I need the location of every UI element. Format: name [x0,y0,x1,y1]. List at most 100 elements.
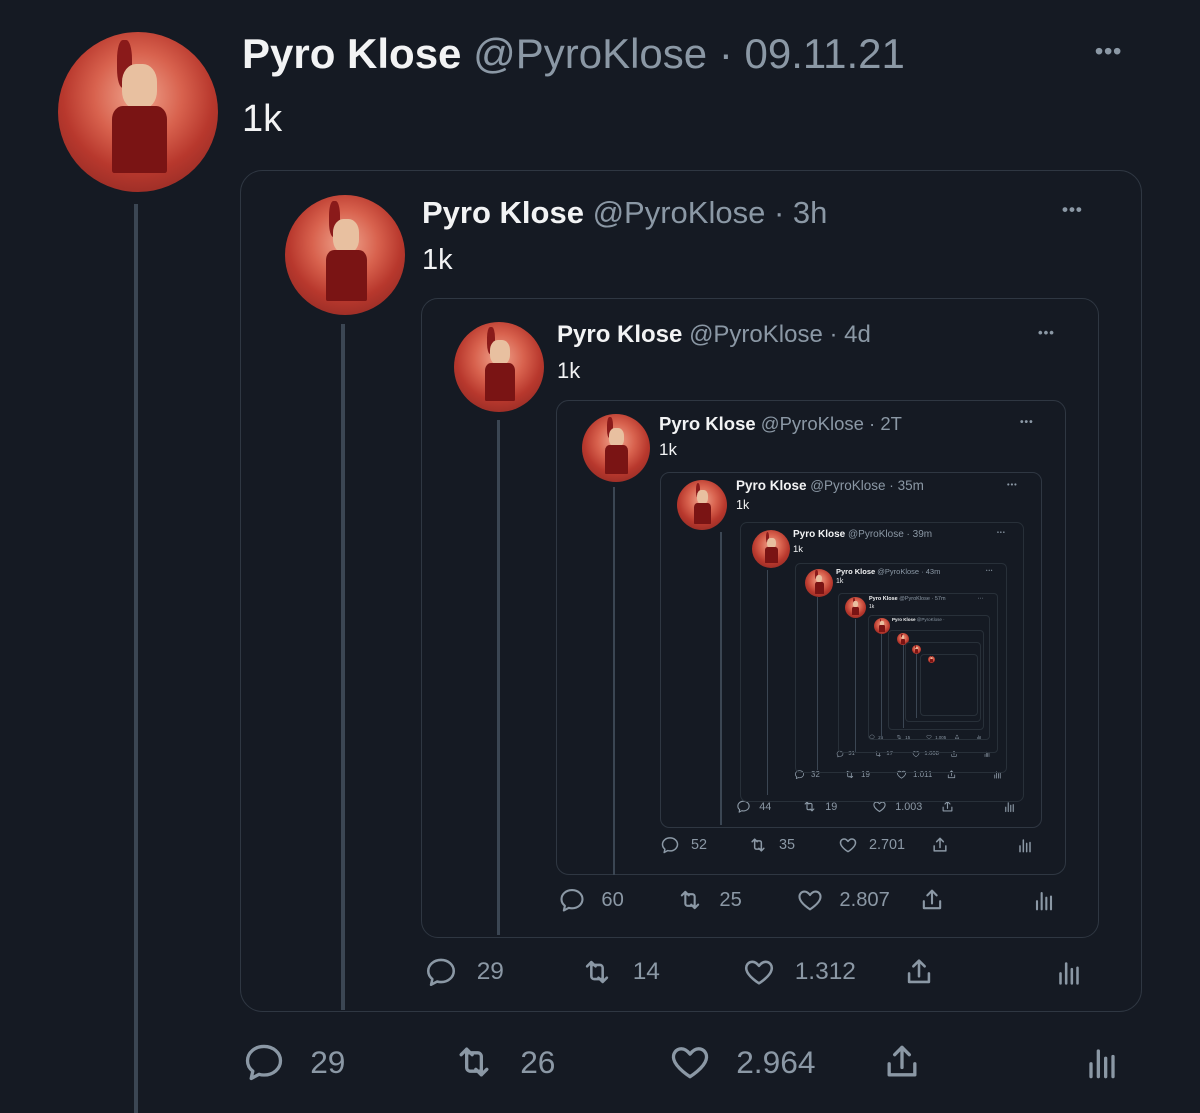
share-button[interactable] [880,1040,924,1084]
avatar[interactable] [928,656,935,663]
timestamp[interactable]: 4d [844,321,871,348]
share-button[interactable] [902,955,936,989]
replies-count: 29 [310,1043,346,1080]
more-icon[interactable]: ••• [978,596,984,600]
tweet-text: 1k [736,498,750,512]
author-name[interactable]: Pyro Klose [892,617,916,622]
share-button[interactable] [918,886,946,914]
heart-icon [838,835,858,855]
analytics-icon [1015,835,1035,855]
author-handle[interactable]: @PyroKlose [899,596,930,602]
more-icon[interactable]: ••• [1062,200,1083,220]
timestamp[interactable]: 39m [913,529,932,540]
retweet-button[interactable]: 26 [452,1040,555,1084]
author-handle[interactable]: @PyroKlose [593,195,766,230]
tweet-text: 1k [557,358,581,383]
retweet-icon [748,835,768,855]
timestamp[interactable]: 2T [880,413,902,434]
author-handle[interactable]: @PyroKlose [761,413,864,434]
separator: · [943,617,945,622]
avatar[interactable] [752,530,790,568]
tweet-text: 1k [242,98,283,140]
author-handle[interactable]: @PyroKlose [473,30,707,77]
share-icon [918,886,946,914]
timestamp[interactable]: 09.11.21 [745,30,905,77]
like-button[interactable]: 2.701 [838,835,905,855]
reply-button[interactable]: 29 [424,955,504,989]
separator: · [869,413,876,434]
author-name[interactable]: Pyro Klose [659,413,756,434]
author-handle[interactable]: @PyroKlose [848,529,904,540]
reply-button[interactable]: 29 [242,1040,345,1084]
thread-line [881,634,882,738]
share-icon [880,1040,924,1084]
analytics-icon [1030,886,1058,914]
like-button[interactable]: 2.807 [796,886,890,914]
thread-line [497,420,500,935]
thread-line [855,619,856,752]
author-name[interactable]: Pyro Klose [836,567,875,576]
more-icon[interactable]: ••• [986,568,993,573]
tweet-header: Pyro Klose @PyroKlose · 39m [793,529,932,540]
retweet-button[interactable]: 14 [580,955,660,989]
tweet-header: Pyro Klose @PyroKlose · 3h [422,195,827,231]
like-button[interactable]: 2.964 [668,1040,815,1084]
separator: · [829,321,838,348]
tweet-text: 1k [793,544,804,555]
avatar[interactable] [582,414,650,482]
more-icon[interactable]: ••• [1038,325,1055,340]
author-handle[interactable]: @PyroKlose [877,567,919,576]
tweet-header: Pyro Klose @PyroKlose · 09.11.21 [242,30,905,78]
tweet-header: Pyro Klose @PyroKlose · 4d [557,321,871,349]
more-icon[interactable]: ••• [1020,417,1034,428]
more-icon[interactable]: ••• [1007,480,1018,489]
reply-button[interactable]: 60 [558,886,624,914]
heart-icon [742,955,776,989]
more-icon[interactable]: ••• [997,530,1006,536]
share-button[interactable] [930,835,950,855]
author-name[interactable]: Pyro Klose [793,529,845,540]
timestamp[interactable]: 57m [935,596,946,602]
analytics-button[interactable] [1080,1040,1124,1084]
avatar[interactable] [285,195,405,315]
author-name[interactable]: Pyro Klose [422,195,584,230]
like-button[interactable]: 1.312 [742,955,856,989]
retweets-count: 19 [825,800,838,813]
retweet-button[interactable]: 25 [676,886,742,914]
reply-button[interactable]: 52 [660,835,707,855]
author-name[interactable]: Pyro Klose [736,478,807,493]
comment-icon [660,835,680,855]
avatar[interactable] [845,597,866,618]
avatar[interactable] [454,322,544,412]
tweet-text: 1k [659,440,677,459]
replies-count: 29 [476,958,504,985]
timestamp[interactable]: 3h [793,195,827,230]
avatar[interactable] [58,32,218,192]
author-handle[interactable]: @PyroKlose [917,617,942,622]
tweet-text: 1k [869,604,875,610]
avatar[interactable] [912,645,921,654]
thread-line [903,645,904,728]
author-name[interactable]: Pyro Klose [557,321,682,348]
retweet-icon [676,886,704,914]
author-handle[interactable]: @PyroKlose [689,321,823,348]
quoted-tweet-card[interactable] [920,654,978,716]
retweets-count: 25 [719,888,742,911]
retweets-count: 26 [520,1043,556,1080]
replies-count: 52 [691,837,708,853]
retweet-button[interactable]: 35 [748,835,795,855]
author-handle[interactable]: @PyroKlose [810,478,885,493]
avatar[interactable] [677,480,727,530]
analytics-button[interactable] [1030,886,1058,914]
analytics-button[interactable] [1052,955,1086,989]
thread-line [817,597,818,770]
author-name[interactable]: Pyro Klose [242,30,461,77]
thread-line [720,532,722,825]
timestamp[interactable]: 35m [898,478,924,493]
author-name[interactable]: Pyro Klose [869,596,898,602]
timestamp[interactable]: 43m [926,567,941,576]
analytics-button[interactable] [1015,835,1035,855]
avatar[interactable] [805,569,833,597]
more-icon[interactable]: ••• [1095,38,1122,65]
likes-count: 2.964 [736,1043,816,1080]
